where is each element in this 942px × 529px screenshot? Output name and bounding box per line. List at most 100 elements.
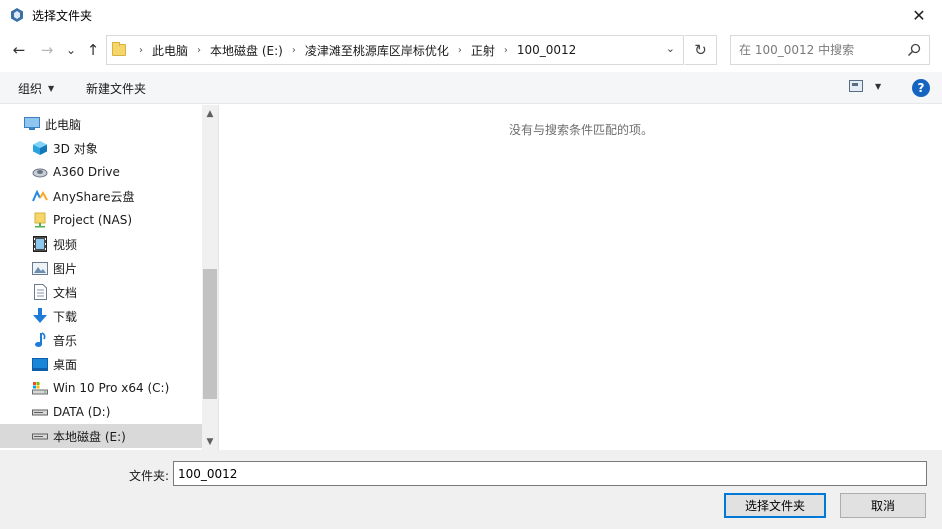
tree-item-label: Project (NAS)	[53, 213, 133, 227]
close-icon: ✕	[912, 5, 926, 25]
breadcrumb-separator[interactable]: ›	[449, 45, 471, 56]
breadcrumb-item[interactable]: 此电脑	[152, 42, 188, 59]
tree-item-this-pc[interactable]: 此电脑	[0, 112, 202, 136]
address-bar[interactable]: › 此电脑 › 本地磁盘 (E:) › 凌津滩至桃源库区岸标优化 › 正射 › …	[106, 35, 684, 65]
breadcrumb-separator[interactable]: ›	[283, 45, 305, 56]
arrow-left-icon: ←	[12, 41, 26, 59]
system-drive-icon	[32, 380, 48, 396]
breadcrumb-separator[interactable]: ›	[188, 45, 210, 56]
tree-item-3d-objects[interactable]: 3D 对象	[0, 136, 202, 160]
help-icon: ?	[917, 81, 925, 95]
up-button[interactable]: ↑	[84, 33, 102, 67]
tree-item-label: 音乐	[53, 333, 78, 348]
new-folder-label: 新建文件夹	[86, 82, 147, 96]
tree-item-music[interactable]: 音乐	[0, 328, 202, 352]
tree-item-videos[interactable]: 视频	[0, 232, 202, 256]
close-button[interactable]: ✕	[896, 0, 942, 30]
breadcrumb-item[interactable]: 100_0012	[517, 43, 576, 57]
tree-item-project-nas[interactable]: Project (NAS)	[0, 208, 202, 232]
nav-scrollbar[interactable]: ▲ ▼	[202, 105, 218, 450]
app-icon	[9, 7, 25, 23]
arrow-right-icon: →	[40, 41, 54, 59]
tree-item-label: 桌面	[53, 357, 78, 372]
drive-icon	[32, 428, 48, 444]
arrow-up-icon: ↑	[86, 41, 100, 59]
navigation-pane: 此电脑 3D 对象 A360 Drive AnyShare云盘 Project …	[0, 105, 219, 450]
drive-icon	[32, 404, 48, 420]
breadcrumb-separator[interactable]: ›	[130, 45, 152, 56]
caret-down-icon: ▼	[48, 84, 55, 93]
tree-item-label: 本地磁盘 (E:)	[53, 429, 126, 444]
refresh-icon: ↻	[694, 41, 707, 59]
nas-icon	[32, 212, 48, 228]
cancel-button[interactable]: 取消	[840, 493, 926, 518]
tree-item-label: 文档	[53, 285, 78, 300]
tree-item-drive-d[interactable]: DATA (D:)	[0, 400, 202, 424]
organize-label: 组织	[18, 82, 43, 96]
anyshare-icon	[32, 188, 48, 204]
search-box[interactable]	[730, 35, 930, 65]
tree-item-drive-c[interactable]: Win 10 Pro x64 (C:)	[0, 376, 202, 400]
forward-button[interactable]: →	[36, 33, 58, 67]
computer-icon	[24, 116, 40, 132]
empty-message: 没有与搜索条件匹配的项。	[508, 123, 653, 137]
search-icon[interactable]	[907, 43, 921, 57]
tree-item-label: 此电脑	[45, 117, 82, 132]
help-button[interactable]: ?	[912, 79, 930, 97]
address-dropdown-icon[interactable]: ⌄	[666, 42, 675, 55]
tree-item-label: AnyShare云盘	[53, 189, 135, 204]
folder-name-input[interactable]	[173, 461, 927, 486]
tree-item-label: 3D 对象	[53, 141, 98, 156]
scroll-thumb[interactable]	[203, 269, 217, 399]
select-folder-button[interactable]: 选择文件夹	[724, 493, 826, 518]
view-icon	[849, 80, 863, 92]
tree-item-desktop[interactable]: 桌面	[0, 352, 202, 376]
tree-item-label: Win 10 Pro x64 (C:)	[53, 381, 170, 395]
view-options-button[interactable]: ▼	[849, 80, 881, 92]
chevron-down-icon: ▼	[206, 436, 214, 447]
file-list-pane[interactable]: 没有与搜索条件匹配的项。	[220, 105, 942, 450]
breadcrumb-separator[interactable]: ›	[495, 45, 517, 56]
toolbar: 组织 ▼ 新建文件夹 ▼ ?	[0, 72, 942, 104]
tree-item-a360-drive[interactable]: A360 Drive	[0, 160, 202, 184]
breadcrumb: › 此电脑 › 本地磁盘 (E:) › 凌津滩至桃源库区岸标优化 › 正射 › …	[130, 42, 576, 59]
tree-item-label: DATA (D:)	[53, 405, 111, 419]
tree-item-label: 下载	[53, 309, 78, 324]
dialog-footer: 文件夹: 选择文件夹 取消	[0, 450, 942, 529]
tree-item-drive-e[interactable]: 本地磁盘 (E:)	[0, 424, 202, 448]
chevron-down-icon: ⌄	[65, 43, 77, 57]
new-folder-button[interactable]: 新建文件夹	[86, 80, 146, 97]
recent-locations-button[interactable]: ⌄	[62, 33, 80, 67]
chevron-up-icon: ▲	[206, 108, 214, 119]
pictures-icon	[32, 260, 48, 276]
breadcrumb-item[interactable]: 凌津滩至桃源库区岸标优化	[305, 42, 449, 59]
scroll-down-button[interactable]: ▼	[202, 433, 218, 450]
music-icon	[32, 332, 48, 348]
tree-item-downloads[interactable]: 下载	[0, 304, 202, 328]
video-icon	[32, 236, 48, 252]
caret-down-icon: ▼	[875, 81, 882, 91]
window-title: 选择文件夹	[32, 8, 93, 23]
breadcrumb-item[interactable]: 本地磁盘 (E:)	[210, 42, 283, 59]
cube-3d-icon	[32, 140, 48, 156]
tree-item-documents[interactable]: 文档	[0, 280, 202, 304]
breadcrumb-item[interactable]: 正射	[471, 42, 495, 59]
folder-icon	[112, 42, 126, 56]
tree-item-label: 图片	[53, 261, 78, 276]
tree-item-anyshare[interactable]: AnyShare云盘	[0, 184, 202, 208]
cloud-drive-icon	[32, 164, 48, 180]
navigation-row: ← → ⌄ ↑ › 此电脑 › 本地磁盘 (E:) › 凌津滩至桃源库区岸标优化…	[0, 33, 942, 67]
scroll-up-button[interactable]: ▲	[202, 105, 218, 122]
search-input[interactable]	[739, 43, 904, 57]
folder-label: 文件夹:	[129, 469, 170, 483]
desktop-icon	[32, 356, 48, 372]
title-bar: 选择文件夹 ✕	[0, 0, 942, 30]
organize-menu[interactable]: 组织 ▼	[18, 80, 54, 97]
tree-item-label: A360 Drive	[53, 165, 120, 179]
tree-item-label: 视频	[53, 237, 78, 252]
refresh-button[interactable]: ↻	[685, 35, 717, 65]
documents-icon	[32, 284, 48, 300]
back-button[interactable]: ←	[8, 33, 30, 67]
tree-item-pictures[interactable]: 图片	[0, 256, 202, 280]
download-icon	[32, 308, 48, 324]
